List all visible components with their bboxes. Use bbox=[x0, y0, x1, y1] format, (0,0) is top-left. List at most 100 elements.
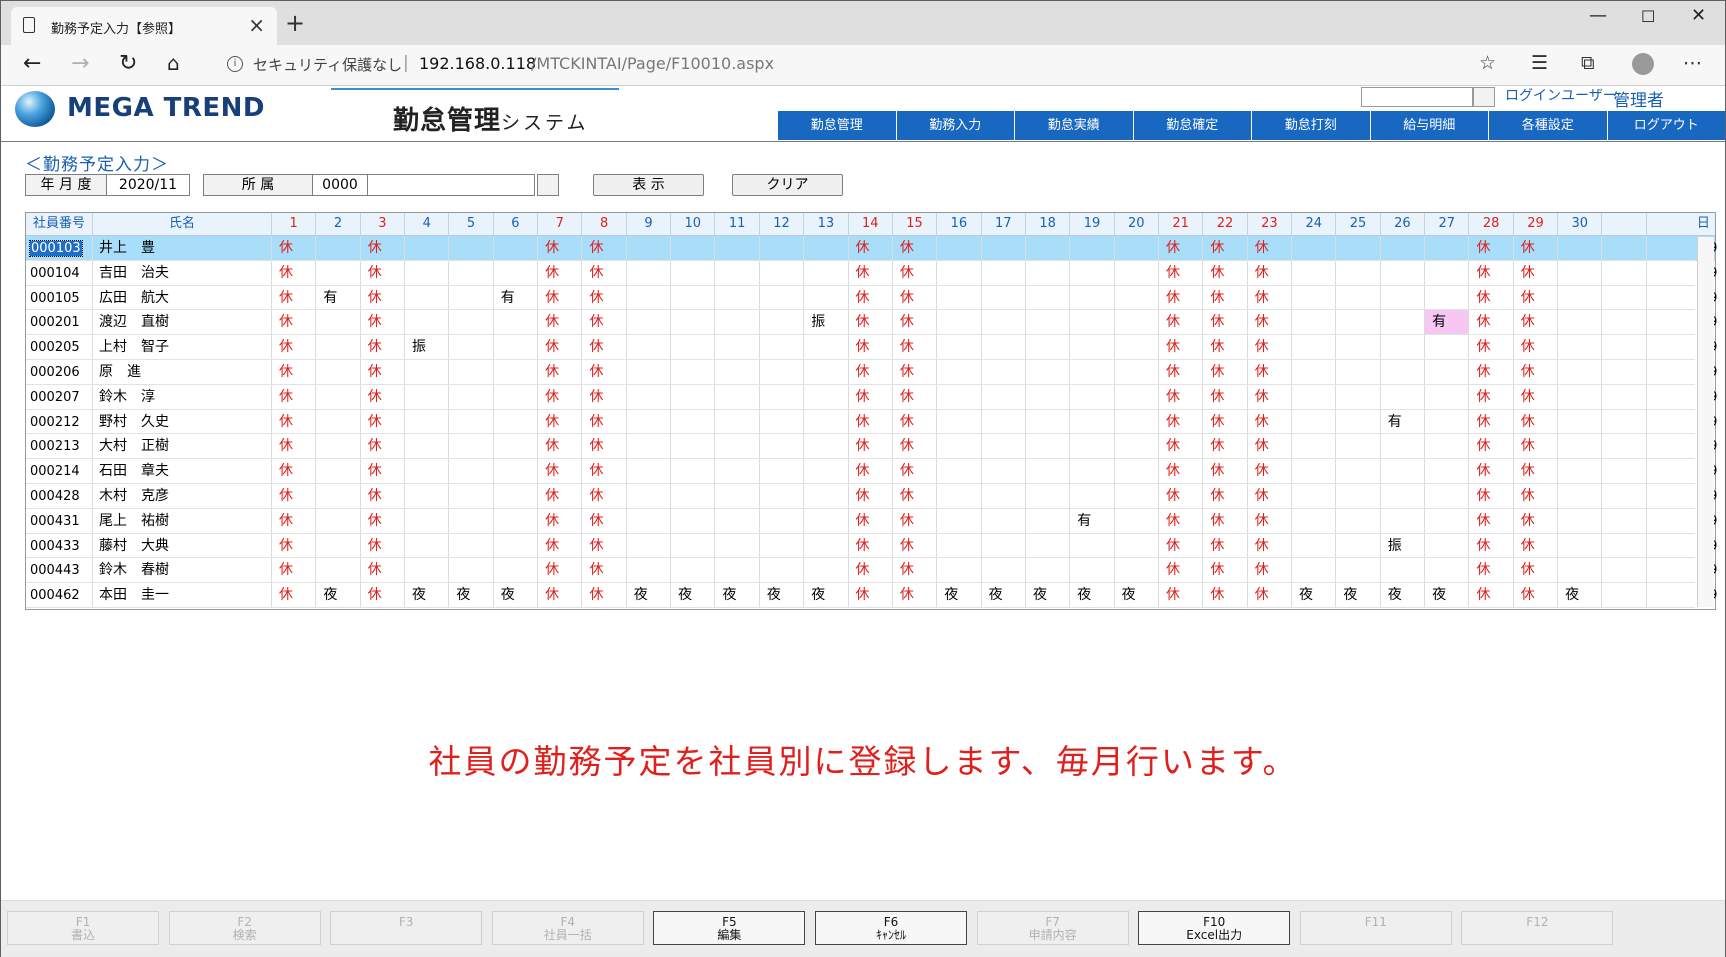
day-cell[interactable] bbox=[671, 459, 716, 485]
day-cell[interactable] bbox=[627, 384, 672, 410]
day-cell[interactable] bbox=[1115, 335, 1159, 361]
day-cell[interactable]: 休 bbox=[1203, 360, 1248, 385]
day-cell[interactable]: 休 bbox=[582, 335, 627, 361]
day-cell[interactable]: 休 bbox=[1203, 384, 1248, 410]
day-cell[interactable] bbox=[449, 508, 494, 534]
day-cell[interactable]: 休 bbox=[1159, 360, 1204, 385]
day-cell[interactable] bbox=[760, 360, 805, 385]
info-icon[interactable]: i bbox=[227, 56, 243, 72]
day-cell[interactable] bbox=[1381, 360, 1426, 385]
day-cell[interactable] bbox=[1336, 384, 1381, 410]
day-cell[interactable] bbox=[1026, 360, 1071, 385]
day-cell[interactable] bbox=[982, 533, 1026, 559]
day-cell[interactable]: 休 bbox=[361, 384, 406, 410]
employee-id-cell[interactable]: 000104 bbox=[26, 260, 93, 286]
day-cell[interactable] bbox=[671, 508, 716, 534]
day-cell[interactable] bbox=[405, 533, 450, 559]
employee-id-cell[interactable]: 000462 bbox=[26, 583, 93, 609]
day-cell[interactable] bbox=[1292, 434, 1337, 460]
day-cell[interactable]: 休 bbox=[361, 583, 406, 609]
day-cell[interactable]: 休 bbox=[1203, 434, 1248, 460]
day-cell[interactable] bbox=[760, 285, 805, 311]
day-cell[interactable] bbox=[804, 384, 849, 410]
day-cell[interactable] bbox=[316, 533, 361, 559]
day-cell[interactable]: 休 bbox=[1248, 335, 1293, 361]
day-cell[interactable] bbox=[1115, 459, 1159, 485]
day-cell[interactable]: 休 bbox=[849, 583, 893, 609]
day-cell[interactable]: 夜 bbox=[937, 583, 982, 609]
employee-id-cell[interactable]: 000428 bbox=[26, 484, 93, 509]
day-cell[interactable] bbox=[1381, 558, 1426, 584]
day-cell[interactable] bbox=[937, 260, 982, 286]
day-cell[interactable]: 休 bbox=[538, 310, 583, 336]
day-cell[interactable] bbox=[937, 558, 982, 584]
grid-scrollbar[interactable] bbox=[1697, 237, 1714, 607]
day-cell[interactable] bbox=[1425, 508, 1470, 534]
table-row[interactable]: 000443鈴木 春樹休休休休休休休休休休休19 bbox=[26, 558, 1717, 584]
day-cell[interactable]: 休 bbox=[1469, 384, 1514, 410]
collections-icon[interactable]: ⧉ bbox=[1581, 52, 1595, 74]
day-cell[interactable]: 休 bbox=[849, 236, 893, 261]
day-cell[interactable]: 休 bbox=[893, 558, 938, 584]
table-row[interactable]: 000431尾上 祐樹休休休休休休有休休休休休19 bbox=[26, 508, 1717, 534]
day-cell[interactable]: 夜 bbox=[716, 583, 760, 609]
day-cell[interactable]: 休 bbox=[1248, 434, 1293, 460]
day-cell[interactable]: 休 bbox=[538, 260, 583, 286]
day-cell[interactable] bbox=[449, 285, 494, 311]
day-cell[interactable] bbox=[1292, 384, 1337, 410]
day-cell[interactable]: 休 bbox=[538, 434, 583, 460]
day-cell[interactable]: 休 bbox=[272, 533, 317, 559]
day-cell[interactable] bbox=[449, 360, 494, 385]
day-cell[interactable] bbox=[316, 260, 361, 286]
day-cell[interactable] bbox=[449, 260, 494, 286]
day-cell[interactable] bbox=[1558, 409, 1603, 435]
day-cell[interactable] bbox=[627, 335, 672, 361]
day-cell[interactable]: 休 bbox=[582, 360, 627, 385]
day-cell[interactable] bbox=[1026, 335, 1071, 361]
day-cell[interactable]: 夜 bbox=[1070, 583, 1115, 609]
favorites-list-icon[interactable]: ☰ bbox=[1531, 52, 1548, 74]
day-cell[interactable]: 休 bbox=[272, 409, 317, 435]
day-cell[interactable]: 休 bbox=[1248, 533, 1293, 559]
maximize-icon[interactable]: ☐ bbox=[1641, 7, 1655, 26]
table-row[interactable]: 000205上村 智子休休振休休休休休休休休休19 bbox=[26, 335, 1717, 361]
day-cell[interactable]: 休 bbox=[361, 260, 406, 286]
day-cell[interactable] bbox=[627, 459, 672, 485]
day-cell[interactable]: 休 bbox=[1203, 583, 1248, 609]
day-cell[interactable] bbox=[716, 484, 760, 509]
day-cell[interactable] bbox=[760, 335, 805, 361]
table-row[interactable]: 000212野村 久史休休休休休休休休休有休休19 bbox=[26, 409, 1717, 435]
day-cell[interactable]: 休 bbox=[361, 409, 406, 435]
day-cell[interactable]: 休 bbox=[1469, 310, 1514, 336]
day-cell[interactable] bbox=[449, 533, 494, 559]
day-cell[interactable]: 休 bbox=[1469, 360, 1514, 385]
day-cell[interactable] bbox=[1070, 360, 1115, 385]
day-cell[interactable] bbox=[804, 260, 849, 286]
day-cell[interactable]: 休 bbox=[893, 236, 938, 261]
day-cell[interactable] bbox=[1292, 508, 1337, 534]
day-cell[interactable]: 休 bbox=[1514, 335, 1559, 361]
day-cell[interactable] bbox=[937, 434, 982, 460]
day-cell[interactable]: 休 bbox=[1248, 583, 1293, 609]
day-cell[interactable]: 夜 bbox=[1292, 583, 1337, 609]
day-cell[interactable] bbox=[494, 236, 539, 261]
day-cell[interactable]: 夜 bbox=[1425, 583, 1470, 609]
day-cell[interactable] bbox=[1115, 558, 1159, 584]
day-cell[interactable]: 休 bbox=[849, 360, 893, 385]
day-cell[interactable] bbox=[671, 409, 716, 435]
day-cell[interactable] bbox=[1070, 484, 1115, 509]
day-cell[interactable]: 夜 bbox=[1336, 583, 1381, 609]
day-cell[interactable]: 休 bbox=[849, 459, 893, 485]
day-cell[interactable]: 休 bbox=[272, 583, 317, 609]
day-cell[interactable] bbox=[627, 533, 672, 559]
day-cell[interactable] bbox=[1381, 310, 1426, 336]
day-cell[interactable] bbox=[760, 236, 805, 261]
day-cell[interactable]: 休 bbox=[1203, 335, 1248, 361]
day-cell[interactable] bbox=[1381, 434, 1426, 460]
minimize-icon[interactable]: — bbox=[1589, 5, 1607, 26]
table-row[interactable]: 000105広田 航大休有休有休休休休休休休休休19 bbox=[26, 285, 1717, 311]
day-cell[interactable] bbox=[1292, 236, 1337, 261]
day-cell[interactable]: 休 bbox=[1514, 360, 1559, 385]
day-cell[interactable] bbox=[1292, 533, 1337, 559]
dept-search-button[interactable] bbox=[537, 174, 559, 196]
